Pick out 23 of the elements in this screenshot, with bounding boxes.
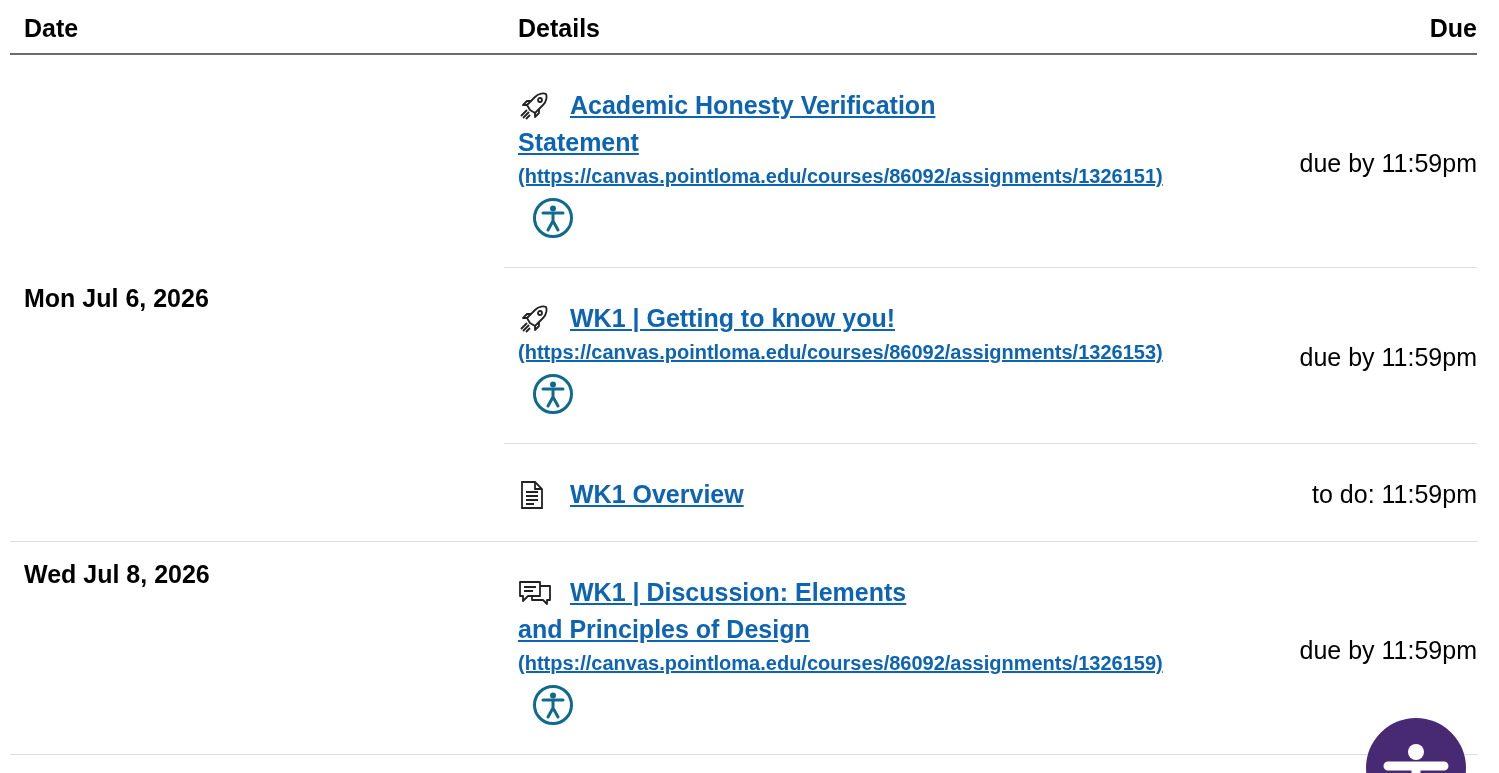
due-time: due by 11:59pm: [1298, 343, 1477, 372]
due-time: to do: 11:59pm: [1311, 480, 1477, 509]
document-icon: [518, 480, 546, 510]
assignment-url-link[interactable]: (https://canvas.pointloma.edu/courses/86092/assignments/1326153): [518, 337, 1163, 367]
accessibility-icon[interactable]: [532, 373, 574, 415]
column-header: Date: [23, 13, 80, 44]
assignment-title-link[interactable]: WK1 Overview: [518, 476, 744, 513]
assignment-url-link[interactable]: (https://canvas.pointloma.edu/courses/86092/assignments/1326151): [518, 161, 1163, 191]
assignment-title-link[interactable]: WK1 | Discussion: Elements and Principles of Design: [518, 574, 938, 648]
assignment-title-link[interactable]: WK1 | Getting to know you!: [518, 300, 896, 337]
due-time: due by 11:59pm: [1298, 148, 1477, 178]
column-header: Due: [1428, 13, 1477, 44]
assignment-title-link[interactable]: Academic Honesty Verification Statement: [518, 87, 988, 161]
rocket-icon: [518, 303, 550, 335]
discussion-icon: [518, 578, 552, 608]
accessibility-icon[interactable]: [532, 684, 574, 726]
due-time: due by 11:59pm: [1298, 635, 1477, 665]
date-label: Wed Jul 8, 2026: [23, 559, 211, 590]
column-header: Details: [517, 13, 601, 44]
rocket-icon: [518, 90, 550, 122]
assignment-url-link[interactable]: (https://canvas.pointloma.edu/courses/86092/assignments/1326159): [518, 648, 1163, 678]
accessibility-icon[interactable]: [532, 197, 574, 239]
date-label: Mon Jul 6, 2026: [23, 282, 210, 314]
